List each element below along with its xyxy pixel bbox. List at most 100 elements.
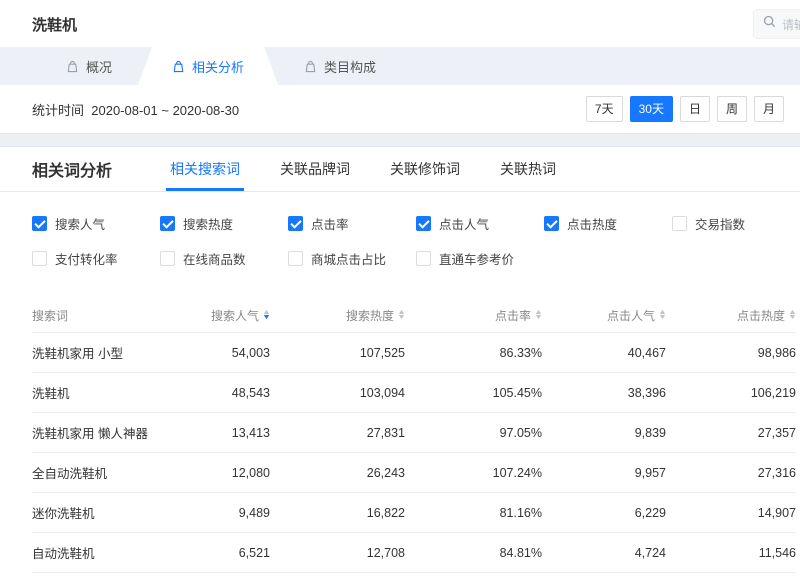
col-header-click-rate[interactable]: 点击率 ▲▼ <box>405 307 542 324</box>
page: 洗鞋机 请输入 概况 相关分析 类目构成 <box>0 0 800 585</box>
value-cell: 48,543 <box>192 386 270 400</box>
period-7d-button[interactable]: 7天 <box>586 96 623 122</box>
checkbox-checked-icon[interactable] <box>544 216 559 231</box>
checkbox-unchecked-icon[interactable] <box>288 251 303 266</box>
keywords-table: 搜索词 搜索人气 ▲▼ 搜索热度 ▲▼ 点击率 ▲▼ 点击人气 ▲▼ <box>0 298 800 585</box>
filter-label: 支付转化率 <box>55 249 118 268</box>
value-cell: 9,957 <box>542 466 666 480</box>
col-header-click-popularity[interactable]: 点击人气 ▲▼ <box>542 307 666 324</box>
sort-icon[interactable]: ▲▼ <box>535 310 542 320</box>
period-day-button[interactable]: 日 <box>680 96 710 122</box>
value-cell: 27,316 <box>666 466 796 480</box>
value-cell: 81.16% <box>405 506 542 520</box>
filter-click-popularity[interactable]: 点击人气 <box>416 214 544 233</box>
filter-label: 搜索人气 <box>55 214 105 233</box>
checkbox-checked-icon[interactable] <box>160 216 175 231</box>
table-row: 迷你洗鞋机 9,489 16,822 81.16% 6,229 14,907 <box>32 492 796 532</box>
value-cell: 103,094 <box>270 386 405 400</box>
top-header: 洗鞋机 请输入 <box>0 0 800 47</box>
subtab-brand-words[interactable]: 关联品牌词 <box>280 147 350 191</box>
filter-ztc-reference-price[interactable]: 直通车参考价 <box>416 249 544 268</box>
filter-trade-index[interactable]: 交易指数 <box>672 214 800 233</box>
metric-filters: 搜索人气 搜索热度 点击率 点击人气 点击热度 <box>0 192 800 298</box>
filter-label: 搜索热度 <box>183 214 233 233</box>
value-cell: 40,467 <box>542 346 666 360</box>
tab-label: 相关分析 <box>192 57 244 76</box>
period-week-button[interactable]: 周 <box>717 96 747 122</box>
subtab-hot-words[interactable]: 关联热词 <box>500 147 556 191</box>
col-label: 点击人气 <box>607 307 655 324</box>
table-row: 洗鞋机 48,543 103,094 105.45% 38,396 106,21… <box>32 372 796 412</box>
sort-icon-desc-active[interactable]: ▲▼ <box>263 310 270 320</box>
checkbox-checked-icon[interactable] <box>288 216 303 231</box>
col-header-click-heat[interactable]: 点击热度 ▲▼ <box>666 307 796 324</box>
value-cell: 107,525 <box>270 346 405 360</box>
filter-label: 商城点击占比 <box>311 249 386 268</box>
period-30d-button[interactable]: 30天 <box>630 96 673 122</box>
checkbox-unchecked-icon[interactable] <box>160 251 175 266</box>
stats-label: 统计时间 <box>32 103 84 118</box>
filter-click-rate[interactable]: 点击率 <box>288 214 416 233</box>
value-cell: 12,080 <box>192 466 270 480</box>
filter-payment-conversion[interactable]: 支付转化率 <box>32 249 160 268</box>
value-cell: 16,822 <box>270 506 405 520</box>
value-cell: 105.45% <box>405 386 542 400</box>
col-header-search-popularity[interactable]: 搜索人气 ▲▼ <box>192 307 270 324</box>
tab-related-analysis[interactable]: 相关分析 <box>138 47 278 85</box>
value-cell: 107.24% <box>405 466 542 480</box>
search-icon <box>763 15 776 33</box>
table-row: 洗鞋机家用 6,439 14,209 113.36% 5,102 15,280 <box>32 572 796 585</box>
table-row: 洗鞋机家用 懒人神器 13,413 27,831 97.05% 9,839 27… <box>32 412 796 452</box>
checkbox-checked-icon[interactable] <box>416 216 431 231</box>
filter-label: 直通车参考价 <box>439 249 514 268</box>
subtab-modifier-words[interactable]: 关联修饰词 <box>390 147 460 191</box>
checkbox-unchecked-icon[interactable] <box>416 251 431 266</box>
value-cell: 84.81% <box>405 546 542 560</box>
keyword-cell: 迷你洗鞋机 <box>32 503 192 522</box>
filter-label: 点击热度 <box>567 214 617 233</box>
section-header: 相关词分析 相关搜索词 关联品牌词 关联修饰词 关联热词 <box>0 147 800 192</box>
sort-icon[interactable]: ▲▼ <box>398 310 405 320</box>
value-cell: 27,831 <box>270 426 405 440</box>
tab-label: 概况 <box>86 57 112 76</box>
tab-overview[interactable]: 概况 <box>40 47 138 85</box>
filter-search-popularity[interactable]: 搜索人气 <box>32 214 160 233</box>
period-month-button[interactable]: 月 <box>754 96 784 122</box>
col-label: 点击热度 <box>737 307 785 324</box>
checkbox-checked-icon[interactable] <box>32 216 47 231</box>
filter-label: 交易指数 <box>695 214 745 233</box>
bag-icon <box>66 60 79 73</box>
search-input[interactable]: 请输入 <box>753 9 800 39</box>
stats-row: 统计时间 2020-08-01 ~ 2020-08-30 7天 30天 日 周 … <box>0 85 800 133</box>
bag-icon <box>304 60 317 73</box>
filter-label: 点击人气 <box>439 214 489 233</box>
value-cell: 54,003 <box>192 346 270 360</box>
value-cell: 97.05% <box>405 426 542 440</box>
value-cell: 98,986 <box>666 346 796 360</box>
filter-search-heat[interactable]: 搜索热度 <box>160 214 288 233</box>
value-cell: 9,839 <box>542 426 666 440</box>
sort-icon[interactable]: ▲▼ <box>659 310 666 320</box>
table-row: 全自动洗鞋机 12,080 26,243 107.24% 9,957 27,31… <box>32 452 796 492</box>
col-header-keyword: 搜索词 <box>32 307 192 324</box>
keyword-cell: 洗鞋机家用 懒人神器 <box>32 423 192 442</box>
filter-row-1: 搜索人气 搜索热度 点击率 点击人气 点击热度 <box>32 214 800 233</box>
value-cell: 6,229 <box>542 506 666 520</box>
checkbox-unchecked-icon[interactable] <box>672 216 687 231</box>
col-label: 搜索热度 <box>346 307 394 324</box>
col-label: 搜索人气 <box>211 307 259 324</box>
col-header-search-heat[interactable]: 搜索热度 ▲▼ <box>270 307 405 324</box>
tab-category-composition[interactable]: 类目构成 <box>278 47 402 85</box>
value-cell: 12,708 <box>270 546 405 560</box>
filter-label: 在线商品数 <box>183 249 246 268</box>
table-row: 洗鞋机家用 小型 54,003 107,525 86.33% 40,467 98… <box>32 332 796 372</box>
subtab-related-search-words[interactable]: 相关搜索词 <box>170 147 240 191</box>
related-words-section: 相关词分析 相关搜索词 关联品牌词 关联修饰词 关联热词 搜索人气 搜索热度 <box>0 147 800 585</box>
filter-online-products[interactable]: 在线商品数 <box>160 249 288 268</box>
stats-range: 2020-08-01 ~ 2020-08-30 <box>91 103 239 118</box>
filter-mall-click-share[interactable]: 商城点击占比 <box>288 249 416 268</box>
checkbox-unchecked-icon[interactable] <box>32 251 47 266</box>
filter-click-heat[interactable]: 点击热度 <box>544 214 672 233</box>
value-cell: 106,219 <box>666 386 796 400</box>
sort-icon[interactable]: ▲▼ <box>789 310 796 320</box>
